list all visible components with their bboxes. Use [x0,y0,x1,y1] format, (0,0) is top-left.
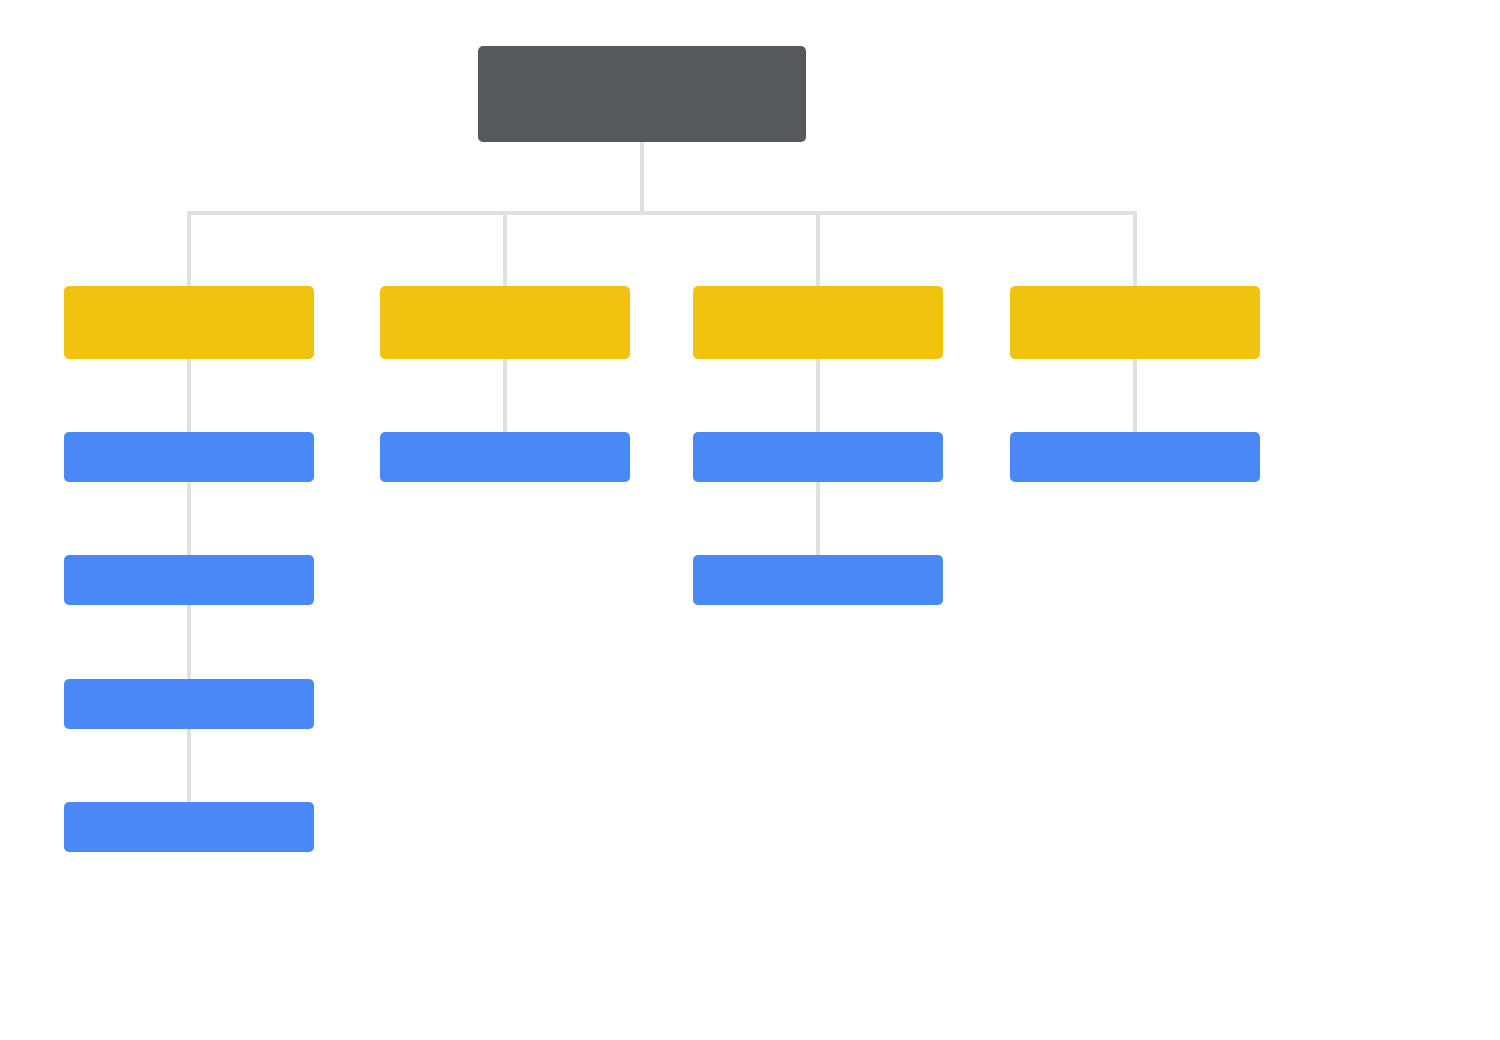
root-node[interactable] [478,46,806,142]
leaf-node-4[interactable] [380,432,630,482]
mid-node-1[interactable] [380,286,630,359]
mid-node-2[interactable] [693,286,943,359]
leaf-node-1[interactable] [64,555,314,605]
leaf-node-5[interactable] [693,432,943,482]
leaf-node-0[interactable] [64,432,314,482]
leaf-node-2[interactable] [64,679,314,729]
leaf-node-6[interactable] [693,555,943,605]
mid-node-0[interactable] [64,286,314,359]
leaf-node-3[interactable] [64,802,314,852]
mid-node-3[interactable] [1010,286,1260,359]
connector-layer [0,0,1500,1040]
leaf-node-7[interactable] [1010,432,1260,482]
